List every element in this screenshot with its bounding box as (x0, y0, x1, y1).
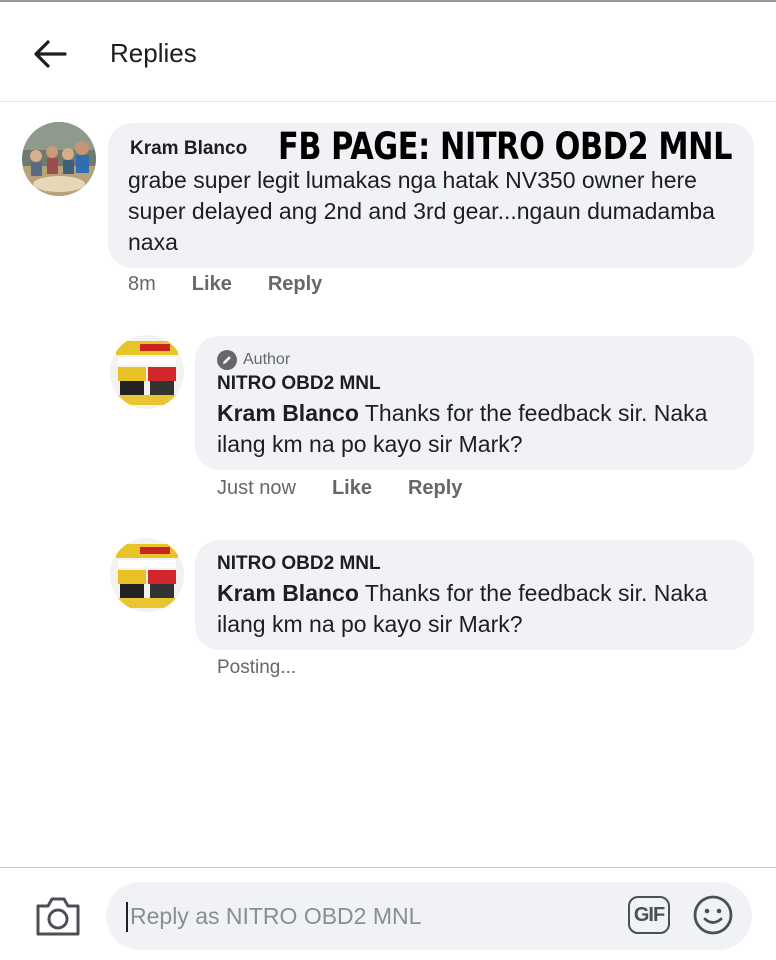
arrow-left-icon (34, 40, 67, 68)
avatar-nitro-obd2[interactable] (110, 538, 184, 612)
reply-author-name[interactable]: NITRO OBD2 MNL (217, 553, 381, 575)
author-badge-label: Author (243, 351, 291, 368)
pending-reply-bubble: NITRO OBD2 MNL Kram Blanco Thanks for th… (195, 540, 754, 650)
comment-timestamp[interactable]: 8m (128, 273, 156, 296)
mention-tag[interactable]: Kram Blanco (217, 400, 359, 426)
comment-actions: 8m Like Reply (128, 273, 358, 296)
reply-bubble: Author NITRO OBD2 MNL Kram Blanco Thanks… (195, 336, 754, 470)
comment-bubble: Kram Blanco FB PAGE: NITRO OBD2 MNL grab… (108, 123, 754, 268)
posting-status: Posting... (217, 657, 297, 678)
reply-text: Kram Blanco Thanks for the feedback sir.… (217, 398, 737, 460)
comment-text: grabe super legit lumakas nga hatak NV35… (128, 167, 715, 255)
page-watermark-text: FB PAGE: NITRO OBD2 MNL (278, 125, 733, 168)
back-button[interactable] (30, 34, 70, 74)
reply-author-name[interactable]: NITRO OBD2 MNL (217, 373, 381, 395)
avatar-kram-blanco[interactable] (22, 122, 96, 196)
camera-icon (36, 897, 80, 936)
pencil-icon (217, 350, 237, 370)
reply-button[interactable]: Reply (268, 273, 322, 296)
avatar-nitro-obd2[interactable] (110, 335, 184, 409)
mention-tag[interactable]: Kram Blanco (217, 580, 359, 606)
comment-author-name[interactable]: Kram Blanco (130, 138, 247, 160)
author-badge: Author (217, 350, 290, 370)
reply-composer: Reply as NITRO OBD2 MNL GIF (0, 867, 776, 960)
like-button[interactable]: Like (332, 477, 372, 500)
reply-timestamp[interactable]: Just now (217, 477, 296, 500)
smiley-icon (693, 895, 733, 935)
emoji-button[interactable] (692, 894, 734, 936)
reply-input[interactable]: Reply as NITRO OBD2 MNL GIF (106, 882, 752, 950)
text-caret (126, 902, 128, 932)
like-button[interactable]: Like (192, 273, 232, 296)
page-title: Replies (110, 38, 197, 68)
reply-input-placeholder: Reply as NITRO OBD2 MNL (130, 903, 422, 929)
gif-button[interactable]: GIF (628, 896, 670, 934)
reply-button[interactable]: Reply (408, 477, 462, 500)
camera-button[interactable] (34, 894, 82, 938)
reply-text: Kram Blanco Thanks for the feedback sir.… (217, 578, 737, 640)
header-bar: Replies (0, 2, 776, 102)
reply-actions: Just now Like Reply (217, 477, 498, 500)
